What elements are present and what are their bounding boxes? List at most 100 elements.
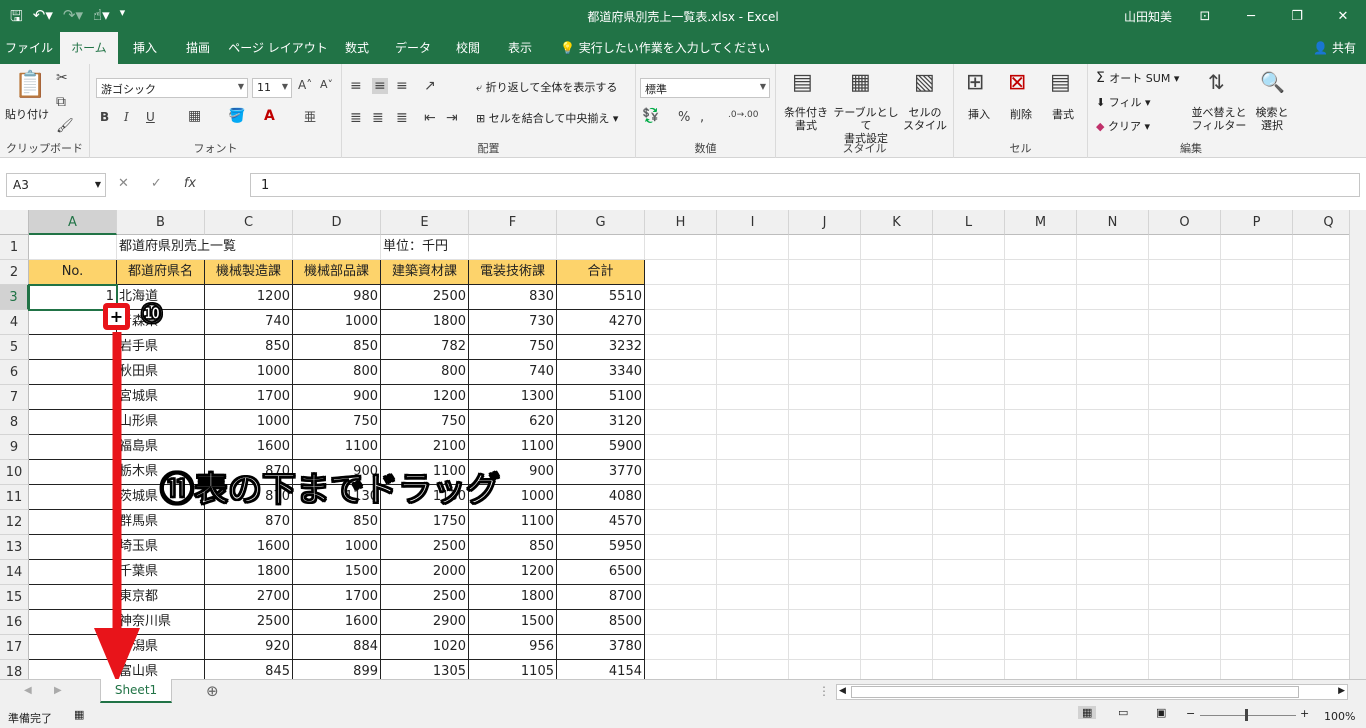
format-cells-icon[interactable]: ▤ xyxy=(1050,70,1071,95)
cell[interactable] xyxy=(29,635,117,660)
cancel-icon[interactable]: ✕ xyxy=(118,176,129,191)
cell[interactable] xyxy=(933,560,1005,585)
cell[interactable] xyxy=(861,535,933,560)
cell[interactable] xyxy=(29,510,117,535)
cell[interactable] xyxy=(1077,635,1149,660)
cell[interactable]: 750 xyxy=(381,410,469,435)
enter-icon[interactable]: ✓ xyxy=(151,176,162,191)
cell[interactable]: 920 xyxy=(205,635,293,660)
clear-button[interactable]: ◆ クリア ▾ xyxy=(1096,120,1150,133)
cell[interactable] xyxy=(1005,660,1077,679)
insert-function-icon[interactable]: fx xyxy=(184,176,196,191)
italic-button[interactable]: I xyxy=(124,110,129,124)
increase-indent-icon[interactable]: ⇥ xyxy=(446,110,458,126)
cell[interactable]: 730 xyxy=(469,310,557,335)
cell[interactable] xyxy=(1221,335,1293,360)
column-header[interactable]: O xyxy=(1149,210,1221,235)
cell[interactable] xyxy=(789,585,861,610)
cell[interactable] xyxy=(789,310,861,335)
cell[interactable] xyxy=(1005,560,1077,585)
cell[interactable] xyxy=(789,635,861,660)
cell[interactable]: 1800 xyxy=(381,310,469,335)
sort-filter-button[interactable]: 並べ替えと フィルター xyxy=(1188,106,1250,132)
cell[interactable]: 956 xyxy=(469,635,557,660)
copy-icon[interactable]: ⧉ xyxy=(56,94,66,110)
cell[interactable] xyxy=(1221,360,1293,385)
cell[interactable]: 980 xyxy=(293,285,381,310)
cell[interactable] xyxy=(1149,285,1221,310)
cell[interactable]: 750 xyxy=(469,335,557,360)
column-header[interactable]: E xyxy=(381,210,469,235)
cell[interactable] xyxy=(933,385,1005,410)
cell-styles-icon[interactable]: ▧ xyxy=(914,70,935,95)
user-name[interactable]: 山田知美 xyxy=(1124,8,1172,25)
cell[interactable] xyxy=(645,485,717,510)
column-header[interactable]: D xyxy=(293,210,381,235)
cell[interactable] xyxy=(789,460,861,485)
underline-button[interactable]: U xyxy=(146,110,155,124)
conditional-format-button[interactable]: 条件付き 書式 xyxy=(778,106,834,132)
cell[interactable] xyxy=(1005,485,1077,510)
cell[interactable] xyxy=(1077,335,1149,360)
cell[interactable] xyxy=(645,510,717,535)
cell[interactable]: 1700 xyxy=(293,585,381,610)
cell[interactable]: 3770 xyxy=(557,460,645,485)
cell[interactable] xyxy=(29,360,117,385)
cell[interactable] xyxy=(1005,410,1077,435)
cell[interactable] xyxy=(933,635,1005,660)
cell[interactable] xyxy=(717,535,789,560)
cell[interactable] xyxy=(1149,335,1221,360)
cell[interactable] xyxy=(861,310,933,335)
cell[interactable]: 群馬県 xyxy=(117,510,205,535)
cell[interactable] xyxy=(1077,660,1149,679)
cell[interactable] xyxy=(1293,660,1349,679)
border-icon[interactable]: ▦ xyxy=(188,108,201,124)
cell[interactable] xyxy=(1005,435,1077,460)
cell[interactable] xyxy=(1149,460,1221,485)
cell[interactable] xyxy=(861,410,933,435)
cut-icon[interactable]: ✂ xyxy=(56,70,68,86)
cell[interactable] xyxy=(1149,360,1221,385)
tab-insert[interactable]: 挿入 xyxy=(122,32,168,64)
cell[interactable] xyxy=(645,435,717,460)
cell[interactable] xyxy=(789,385,861,410)
cell[interactable]: 1600 xyxy=(205,435,293,460)
cell[interactable] xyxy=(717,285,789,310)
cell[interactable] xyxy=(861,285,933,310)
cell[interactable] xyxy=(1293,410,1349,435)
cell[interactable]: 3232 xyxy=(557,335,645,360)
cell[interactable] xyxy=(645,560,717,585)
cell[interactable]: 3340 xyxy=(557,360,645,385)
cell[interactable]: 都道府県別売上一覧 xyxy=(117,235,381,260)
cell[interactable] xyxy=(789,360,861,385)
cell[interactable]: 750 xyxy=(293,410,381,435)
cell[interactable] xyxy=(1221,585,1293,610)
cell[interactable] xyxy=(933,660,1005,679)
cell[interactable]: 899 xyxy=(293,660,381,679)
cell[interactable] xyxy=(1221,635,1293,660)
zoom-in-icon[interactable]: + xyxy=(1300,707,1309,720)
cell[interactable] xyxy=(717,435,789,460)
cell[interactable] xyxy=(1293,560,1349,585)
cell[interactable] xyxy=(1077,510,1149,535)
cell[interactable]: 富山県 xyxy=(117,660,205,679)
column-header[interactable]: N xyxy=(1077,210,1149,235)
cell[interactable]: 4154 xyxy=(557,660,645,679)
cell[interactable] xyxy=(1221,260,1293,285)
percent-button[interactable]: % xyxy=(678,110,690,125)
cell[interactable] xyxy=(29,235,117,260)
cell[interactable]: 1000 xyxy=(293,310,381,335)
cell[interactable] xyxy=(717,610,789,635)
cell[interactable] xyxy=(645,460,717,485)
cell[interactable]: 900 xyxy=(293,385,381,410)
cell[interactable] xyxy=(1221,385,1293,410)
cell[interactable] xyxy=(645,610,717,635)
cell[interactable] xyxy=(789,660,861,679)
cell[interactable]: 1500 xyxy=(469,610,557,635)
cell[interactable]: 850 xyxy=(293,510,381,535)
cell[interactable]: 2500 xyxy=(381,535,469,560)
cell[interactable]: 4270 xyxy=(557,310,645,335)
cell[interactable]: 2000 xyxy=(381,560,469,585)
format-painter-icon[interactable]: 🖌 xyxy=(56,118,74,134)
cell[interactable] xyxy=(789,435,861,460)
